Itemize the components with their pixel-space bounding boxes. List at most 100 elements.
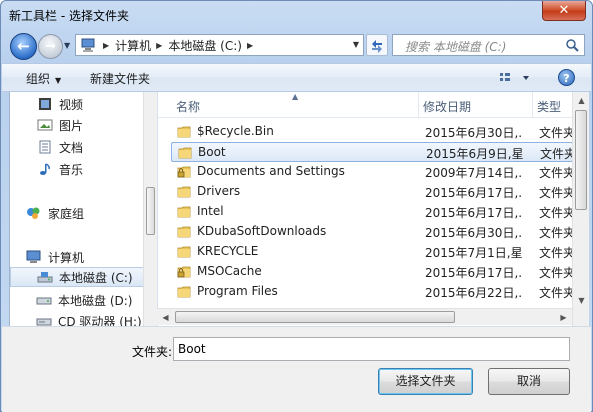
nav-item-label: 文档: [59, 140, 84, 155]
file-date-modified: 2015年6月17日,...: [425, 206, 523, 220]
navigation-pane-scrollbar[interactable]: [143, 92, 157, 326]
nav-item-label: 计算机: [48, 250, 85, 265]
file-row[interactable]: Intel 2015年6月17日,... 文件夹: [171, 202, 572, 222]
breadcrumb-separator-icon[interactable]: ▶: [247, 41, 253, 50]
view-options-icon: [500, 73, 529, 81]
file-type: 文件夹: [539, 286, 572, 300]
file-name: $Recycle.Bin: [197, 124, 274, 138]
organize-button[interactable]: 组织 ▼: [26, 70, 61, 87]
nav-item-label: 图片: [59, 118, 84, 133]
organize-label: 组织: [26, 72, 51, 86]
file-row[interactable]: $Recycle.Bin 2015年6月30日,... 文件夹: [171, 122, 572, 142]
music-library-icon: [37, 162, 53, 176]
help-button[interactable]: ?: [558, 69, 575, 86]
nav-item-label: 家庭组: [48, 206, 85, 221]
scroll-left-icon[interactable]: ◀: [158, 310, 173, 325]
video-library-icon: [37, 97, 53, 111]
file-date-modified: 2009年7月14日,...: [425, 166, 523, 180]
close-button[interactable]: ✕: [542, 1, 586, 21]
file-name: KDubaSoftDownloads: [197, 224, 327, 238]
nav-item-homegroup[interactable]: 家庭组: [10, 203, 143, 223]
file-row[interactable]: Drivers 2015年6月17日,... 文件夹: [171, 182, 572, 202]
file-row[interactable]: Documents and Settings 2009年7月14日,... 文件夹: [171, 162, 572, 182]
folder-icon: [177, 246, 191, 258]
column-header-type[interactable]: 类型: [537, 98, 561, 115]
column-header-date-modified[interactable]: 修改日期: [423, 98, 471, 115]
nav-item-videos[interactable]: 视频: [10, 94, 143, 114]
scrollbar-thumb[interactable]: [175, 311, 455, 323]
computer-icon: [80, 38, 98, 52]
search-input[interactable]: 搜索 本地磁盘 (C:): [392, 34, 585, 56]
folder-icon: [177, 226, 191, 238]
scrollbar-thumb[interactable]: [146, 187, 155, 235]
search-icon[interactable]: [566, 39, 579, 52]
nav-item-pictures[interactable]: 图片: [10, 115, 143, 135]
scroll-right-icon[interactable]: ▶: [556, 310, 571, 325]
file-type: 文件夹: [539, 186, 572, 200]
file-name: Intel: [197, 204, 224, 218]
file-row[interactable]: MSOCache 2015年6月17日,... 文件夹: [171, 262, 572, 282]
file-row[interactable]: KDubaSoftDownloads 2015年6月30日,... 文件夹: [171, 222, 572, 242]
file-type: 文件夹: [539, 266, 572, 280]
file-list: ▲ 名称 修改日期 类型 $Recycle.Bin 2015年6月30日,... 文…: [157, 92, 572, 326]
column-divider[interactable]: [418, 92, 419, 118]
file-date-modified: 2015年6月9日,星...: [426, 147, 524, 161]
file-name: Drivers: [197, 184, 241, 198]
toolbar: 组织 ▼ 新建文件夹 ?: [2, 63, 591, 92]
nav-item-computer[interactable]: 计算机: [10, 247, 143, 267]
breadcrumb-local-disk-c[interactable]: 本地磁盘 (C:): [168, 37, 242, 54]
sort-ascending-icon: ▲: [292, 92, 299, 101]
nav-item-label: 本地磁盘 (D:): [58, 293, 133, 308]
nav-item-label: 本地磁盘 (C:): [59, 270, 133, 285]
file-row[interactable]: Boot 2015年6月9日,星... 文件夹: [171, 142, 572, 162]
cd-drive-icon: [36, 314, 52, 326]
nav-item-documents[interactable]: 文档: [10, 137, 143, 157]
select-folder-button[interactable]: 选择文件夹: [378, 368, 473, 395]
new-folder-button[interactable]: 新建文件夹: [90, 70, 150, 87]
file-type: 文件夹: [539, 206, 572, 220]
column-divider[interactable]: [532, 92, 533, 118]
folder-picker-dialog: 新工具栏 - 选择文件夹 ✕ ← → ▼ ▶ 计算机 ▶ 本地磁盘 (C:) ▶…: [0, 0, 593, 412]
nav-item-cd-drive-h[interactable]: CD 驱动器 (H:): [10, 311, 143, 326]
nav-item-label: 视频: [59, 97, 84, 112]
column-header-name[interactable]: 名称: [176, 98, 200, 115]
navigation-pane: 视频 图片 文档 音乐 家庭组 计算机 本地磁盘 (C:) 本地磁盘 (D:): [9, 92, 143, 326]
chevron-down-icon: ▼: [55, 76, 62, 85]
nav-item-local-disk-d[interactable]: 本地磁盘 (D:): [10, 290, 143, 310]
file-date-modified: 2015年6月30日,...: [425, 226, 523, 240]
change-view-button[interactable]: [498, 70, 534, 86]
file-row[interactable]: Program Files 2015年6月22日,... 文件夹: [171, 282, 572, 302]
nav-item-local-disk-c[interactable]: 本地磁盘 (C:): [10, 267, 143, 287]
scroll-up-icon[interactable]: ▲: [574, 93, 589, 108]
back-button[interactable]: ←: [10, 33, 37, 60]
scroll-down-icon[interactable]: ▼: [574, 293, 589, 308]
file-row[interactable]: KRECYCLE 2015年7月1日,星... 文件夹: [171, 242, 572, 262]
scrollbar-thumb[interactable]: [575, 110, 587, 210]
file-type: 文件夹: [539, 246, 572, 260]
folder-name-input[interactable]: [173, 337, 570, 361]
file-type: 文件夹: [540, 147, 572, 161]
column-header-row: ▲ 名称 修改日期 类型: [158, 92, 572, 118]
breadcrumb-separator-icon[interactable]: ▶: [156, 41, 162, 50]
folder-field-label: 文件夹:: [132, 345, 173, 359]
window-title: 新工具栏 - 选择文件夹: [9, 9, 129, 23]
forward-button[interactable]: →: [38, 34, 63, 59]
recent-pages-chevron-icon[interactable]: ▼: [64, 41, 70, 50]
file-date-modified: 2015年6月17日,...: [425, 186, 523, 200]
folder-icon: [177, 206, 191, 218]
folder-icon: [177, 286, 191, 298]
file-type: 文件夹: [539, 126, 572, 140]
address-history-dropdown-icon[interactable]: ▼: [349, 35, 363, 55]
breadcrumb-separator-icon[interactable]: ▶: [103, 41, 109, 50]
breadcrumb-computer[interactable]: 计算机: [115, 37, 151, 54]
refresh-button[interactable]: [366, 34, 388, 56]
title-bar: 新工具栏 - 选择文件夹 ✕: [1, 1, 592, 29]
nav-item-music[interactable]: 音乐: [10, 159, 143, 179]
cancel-button[interactable]: 取消: [488, 368, 570, 395]
computer-icon: [26, 250, 42, 264]
file-list-horizontal-scrollbar[interactable]: ◀ ▶: [157, 308, 572, 325]
file-name: Boot: [198, 145, 226, 159]
local-disk-icon: [36, 293, 52, 307]
address-bar[interactable]: ▶ 计算机 ▶ 本地磁盘 (C:) ▶ ▼: [75, 34, 364, 56]
file-list-vertical-scrollbar[interactable]: ▲ ▼: [572, 92, 589, 326]
